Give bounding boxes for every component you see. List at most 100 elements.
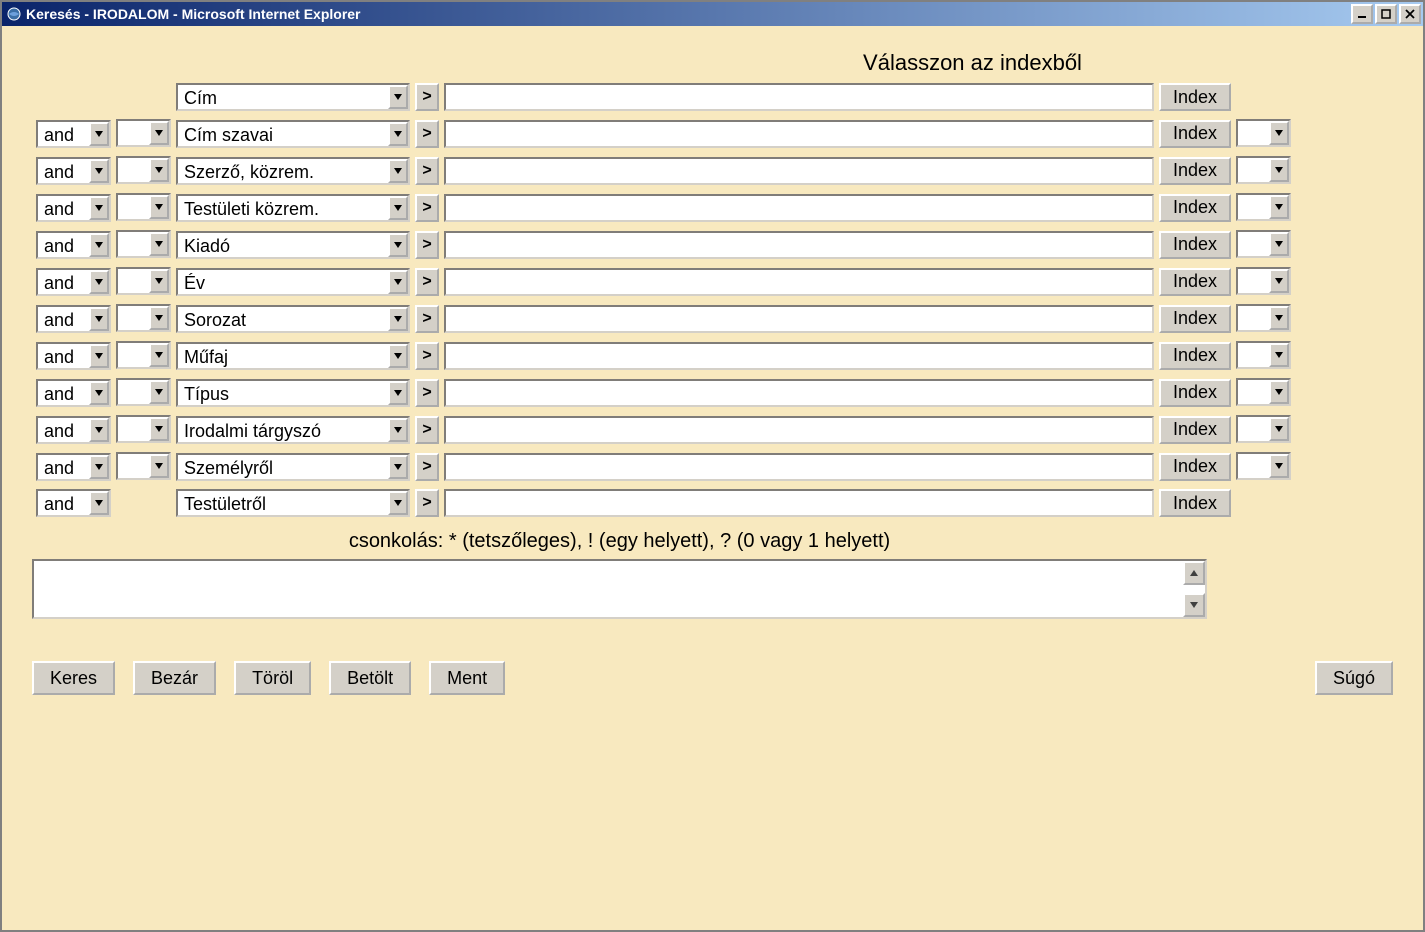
tail-select[interactable] [1236, 415, 1291, 443]
index-button[interactable]: Index [1159, 268, 1231, 296]
scroll-up-button[interactable] [1183, 561, 1205, 585]
expand-button[interactable]: > [415, 268, 439, 296]
operator-select[interactable]: and [36, 453, 111, 481]
operator-select[interactable]: and [36, 342, 111, 370]
window-controls [1351, 4, 1421, 24]
clear-button[interactable]: Töröl [234, 661, 311, 695]
tail-select[interactable] [1236, 267, 1291, 295]
tail-select[interactable] [1236, 304, 1291, 332]
expand-button[interactable]: > [415, 194, 439, 222]
search-row: and Típus > Index [35, 377, 1292, 408]
paren-select[interactable] [116, 119, 171, 147]
close-button[interactable] [1399, 4, 1421, 24]
search-term-input[interactable] [444, 157, 1154, 185]
expand-button[interactable]: > [415, 120, 439, 148]
paren-select[interactable] [116, 267, 171, 295]
expand-button[interactable]: > [415, 416, 439, 444]
paren-select[interactable] [116, 452, 171, 480]
expand-button[interactable]: > [415, 305, 439, 333]
field-select[interactable]: Testületről [176, 489, 410, 517]
index-button[interactable]: Index [1159, 157, 1231, 185]
field-select[interactable]: Típus [176, 379, 410, 407]
close-form-button[interactable]: Bezár [133, 661, 216, 695]
index-button[interactable]: Index [1159, 379, 1231, 407]
field-select[interactable]: Sorozat [176, 305, 410, 333]
field-select[interactable]: Személyről [176, 453, 410, 481]
operator-select[interactable]: and [36, 120, 111, 148]
expand-button[interactable]: > [415, 231, 439, 259]
search-term-input[interactable] [444, 379, 1154, 407]
paren-select[interactable] [116, 415, 171, 443]
operator-select[interactable]: and [36, 416, 111, 444]
index-button[interactable]: Index [1159, 83, 1231, 111]
search-term-input[interactable] [444, 268, 1154, 296]
tail-select[interactable] [1236, 119, 1291, 147]
search-term-input[interactable] [444, 305, 1154, 333]
tail-select[interactable] [1236, 230, 1291, 258]
expand-button[interactable]: > [415, 453, 439, 481]
index-button[interactable]: Index [1159, 342, 1231, 370]
index-button[interactable]: Index [1159, 416, 1231, 444]
tail-select[interactable] [1236, 452, 1291, 480]
minimize-button[interactable] [1351, 4, 1373, 24]
expand-button[interactable]: > [415, 83, 439, 111]
paren-select[interactable] [116, 193, 171, 221]
paren-select[interactable] [116, 156, 171, 184]
paren-select[interactable] [116, 378, 171, 406]
load-button[interactable]: Betölt [329, 661, 411, 695]
maximize-button[interactable] [1375, 4, 1397, 24]
search-term-input[interactable] [444, 231, 1154, 259]
paren-select[interactable] [116, 341, 171, 369]
search-term-input[interactable] [444, 489, 1154, 517]
index-button[interactable]: Index [1159, 489, 1231, 517]
save-form-button[interactable]: Ment [429, 661, 505, 695]
tail-select[interactable] [1236, 341, 1291, 369]
help-button[interactable]: Súgó [1315, 661, 1393, 695]
field-select[interactable]: Cím [176, 83, 410, 111]
operator-select[interactable]: and [36, 194, 111, 222]
chevron-down-icon [89, 418, 109, 442]
index-button[interactable]: Index [1159, 231, 1231, 259]
search-term-input[interactable] [444, 342, 1154, 370]
index-button[interactable]: Index [1159, 120, 1231, 148]
index-button[interactable]: Index [1159, 305, 1231, 333]
expand-button[interactable]: > [415, 489, 439, 517]
field-select[interactable]: Testületi közrem. [176, 194, 410, 222]
search-term-input[interactable] [444, 453, 1154, 481]
paren-select[interactable] [116, 304, 171, 332]
chevron-down-icon [1269, 343, 1289, 367]
chevron-down-icon [149, 232, 169, 256]
operator-select[interactable]: and [36, 379, 111, 407]
search-term-input[interactable] [444, 194, 1154, 222]
expand-button[interactable]: > [415, 379, 439, 407]
search-term-input[interactable] [444, 120, 1154, 148]
tail-select[interactable] [1236, 156, 1291, 184]
operator-select[interactable]: and [36, 157, 111, 185]
operator-select[interactable]: and [36, 305, 111, 333]
index-button[interactable]: Index [1159, 453, 1231, 481]
search-term-input[interactable] [444, 416, 1154, 444]
operator-select[interactable]: and [36, 231, 111, 259]
field-select[interactable]: Év [176, 268, 410, 296]
expand-button[interactable]: > [415, 157, 439, 185]
paren-select[interactable] [116, 230, 171, 258]
tail-select[interactable] [1236, 378, 1291, 406]
tail-select[interactable] [1236, 193, 1291, 221]
operator-select[interactable]: and [36, 489, 111, 517]
scroll-down-button[interactable] [1183, 593, 1205, 617]
operator-select[interactable]: and [36, 268, 111, 296]
search-button[interactable]: Keres [32, 661, 115, 695]
field-select[interactable]: Kiadó [176, 231, 410, 259]
index-button[interactable]: Index [1159, 194, 1231, 222]
chevron-down-icon [149, 269, 169, 293]
field-select[interactable]: Szerző, közrem. [176, 157, 410, 185]
field-select[interactable]: Cím szavai [176, 120, 410, 148]
textarea-scrollbar[interactable] [1183, 561, 1205, 617]
expand-button[interactable]: > [415, 342, 439, 370]
field-select[interactable]: Irodalmi tárgyszó [176, 416, 410, 444]
field-select[interactable]: Műfaj [176, 342, 410, 370]
chevron-down-icon [89, 233, 109, 257]
query-textarea[interactable] [32, 559, 1207, 619]
search-term-input[interactable] [444, 83, 1154, 111]
chevron-down-icon [149, 158, 169, 182]
